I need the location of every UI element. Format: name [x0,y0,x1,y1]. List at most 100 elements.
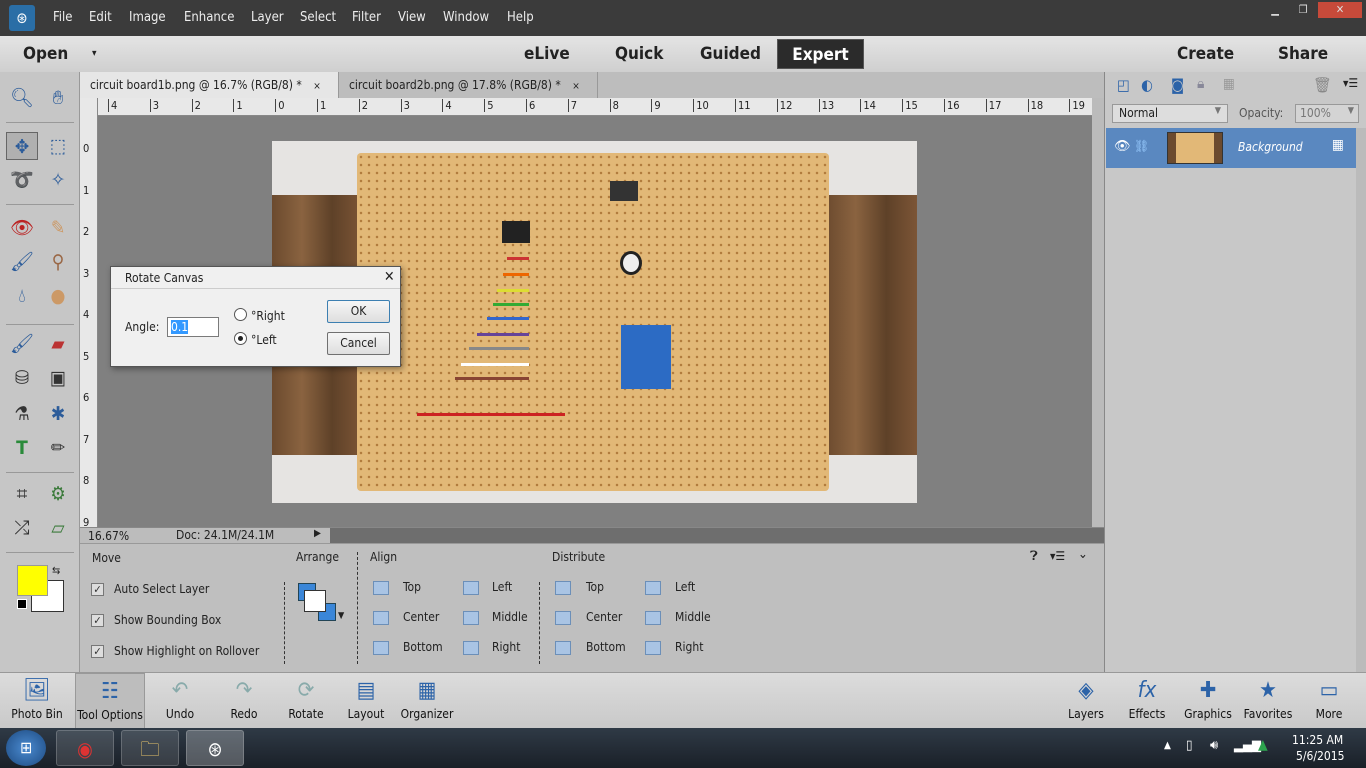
align-top[interactable]: Top [403,580,421,594]
zoom-tool-icon[interactable]: 🔍︎ [6,84,38,112]
mode-guided[interactable]: Guided [700,44,761,64]
tool-options-button[interactable]: ☷ Tool Options [75,673,145,729]
type-tool-icon[interactable]: T [6,434,38,462]
distribute-center[interactable]: Center [586,610,622,624]
visibility-eye-icon[interactable]: 👁︎ [1114,139,1131,154]
hand-tool-icon[interactable]: ✋︎ [42,84,74,112]
panel-menu-icon[interactable]: ▾☰ [1050,549,1065,563]
distribute-center-icon[interactable] [555,611,571,625]
distribute-middle[interactable]: Middle [675,610,711,624]
effects-button[interactable]: fx Effects [1112,673,1182,729]
create-button[interactable]: Create [1177,44,1234,64]
angle-input[interactable]: 0.1 [167,317,219,337]
distribute-right[interactable]: Right [675,640,703,654]
align-left[interactable]: Left [492,580,512,594]
tab-circuit-board2b[interactable]: circuit board2b.png @ 17.8% (RGB/8) * × [339,72,598,98]
more-button[interactable]: ▭ More [1294,673,1364,729]
distribute-middle-icon[interactable] [645,611,661,625]
align-center[interactable]: Center [403,610,439,624]
mode-elive[interactable]: eLive [524,44,570,64]
vertical-scrollbar[interactable] [1092,98,1104,527]
recompose-tool-icon[interactable]: ⚙ [42,480,74,508]
align-middle[interactable]: Middle [492,610,528,624]
menu-view[interactable]: View [398,10,426,25]
menu-edit[interactable]: Edit [89,10,112,25]
paint-bucket-icon[interactable]: ⛁ [6,364,38,392]
distribute-left-icon[interactable] [645,581,661,595]
align-bottom-icon[interactable] [373,641,389,655]
eraser-tool-icon[interactable]: ▰ [42,330,74,358]
google-drive-icon[interactable]: ▲ [1258,737,1268,753]
arrange-button[interactable]: ▼ [296,583,346,623]
highlight-checkbox[interactable]: ✓ [91,645,104,658]
distribute-bottom-icon[interactable] [555,641,571,655]
distribute-left[interactable]: Left [675,580,695,594]
tray-device-icon[interactable]: ▯ [1186,738,1192,753]
ok-button[interactable]: OK [327,300,390,323]
clock-date[interactable]: 5/6/2015 [1296,749,1344,763]
lock-transparent-icon[interactable]: ▦ [1223,76,1235,92]
align-left-icon[interactable] [463,581,479,595]
link-icon[interactable]: ⛓︎ [1134,139,1149,153]
tray-expand-icon[interactable]: ▲ [1164,740,1171,751]
menu-window[interactable]: Window [443,10,489,25]
taskbar-chrome[interactable]: ◉ [56,730,114,766]
horizontal-scrollbar[interactable] [330,528,1104,543]
cancel-button[interactable]: Cancel [327,332,390,355]
align-top-icon[interactable] [373,581,389,595]
status-menu-arrow-icon[interactable]: ▶ [314,528,321,539]
adjustment-layer-icon[interactable]: ◐ [1141,76,1153,94]
menu-filter[interactable]: Filter [352,10,381,25]
blend-mode-select[interactable]: Normal ▼ [1112,104,1228,123]
swap-colors-icon[interactable]: ⇆ [52,564,60,577]
marquee-tool-icon[interactable]: ⬚ [42,132,74,160]
auto-select-checkbox[interactable]: ✓ [91,583,104,596]
smart-brush-icon[interactable]: 🖌︎ [6,248,38,276]
redo-button[interactable]: ↷ Redo [209,673,279,729]
share-button[interactable]: Share [1278,44,1328,64]
lasso-tool-icon[interactable]: ➰ [6,166,38,194]
favorites-button[interactable]: ★ Favorites [1233,673,1303,729]
help-icon[interactable]: ❓︎ [1030,549,1038,564]
layer-background-row[interactable]: 👁︎ ⛓︎ Background ▦ [1106,128,1356,168]
collapse-chevron-icon[interactable]: ⌄ [1078,547,1088,562]
pencil-tool-icon[interactable]: ✏︎ [42,434,74,462]
zoom-level[interactable]: 16.67% [88,529,129,543]
volume-icon[interactable]: 🔊︎ [1210,738,1218,753]
distribute-bottom[interactable]: Bottom [586,640,626,654]
align-bottom[interactable]: Bottom [403,640,443,654]
default-colors-icon[interactable] [17,599,27,609]
distribute-right-icon[interactable] [645,641,661,655]
healing-brush-icon[interactable]: ✎ [42,214,74,242]
menu-help[interactable]: Help [507,10,534,25]
sponge-tool-icon[interactable]: ● [42,282,74,310]
move-tool-icon[interactable]: ✥ [6,132,38,160]
align-center-icon[interactable] [373,611,389,625]
photo-bin-button[interactable]: 🖼︎ Photo Bin [2,673,72,729]
distribute-top[interactable]: Top [586,580,604,594]
align-middle-icon[interactable] [463,611,479,625]
menu-select[interactable]: Select [300,10,336,25]
clone-stamp-icon[interactable]: ⚲ [42,248,74,276]
crop-tool-icon[interactable]: ⌗ [6,480,38,508]
align-right-icon[interactable] [463,641,479,655]
undo-button[interactable]: ↶ Undo [145,673,215,729]
custom-shape-icon[interactable]: ✱ [42,400,74,428]
menu-layer[interactable]: Layer [251,10,284,25]
mode-expert[interactable]: Expert [777,39,864,69]
taskbar-explorer[interactable]: 🗀 [121,730,179,766]
menu-enhance[interactable]: Enhance [184,10,234,25]
quick-selection-tool-icon[interactable]: ✧ [42,166,74,194]
open-dropdown-icon[interactable]: ▾ [92,48,97,59]
content-aware-move-icon[interactable]: ⤮ [6,514,38,542]
organizer-button[interactable]: ▦ Organizer [392,673,462,729]
menu-image[interactable]: Image [129,10,166,25]
eyedropper-icon[interactable]: ⚗ [6,400,38,428]
restore-button[interactable]: ❐ [1290,2,1316,18]
right-radio[interactable] [234,308,247,321]
layer-mask-icon[interactable]: ◙ [1171,76,1184,94]
trash-icon[interactable]: 🗑︎ [1313,76,1332,94]
tab-close-icon[interactable]: × [572,81,580,92]
minimize-button[interactable]: ▁ [1262,2,1288,18]
distribute-top-icon[interactable] [555,581,571,595]
